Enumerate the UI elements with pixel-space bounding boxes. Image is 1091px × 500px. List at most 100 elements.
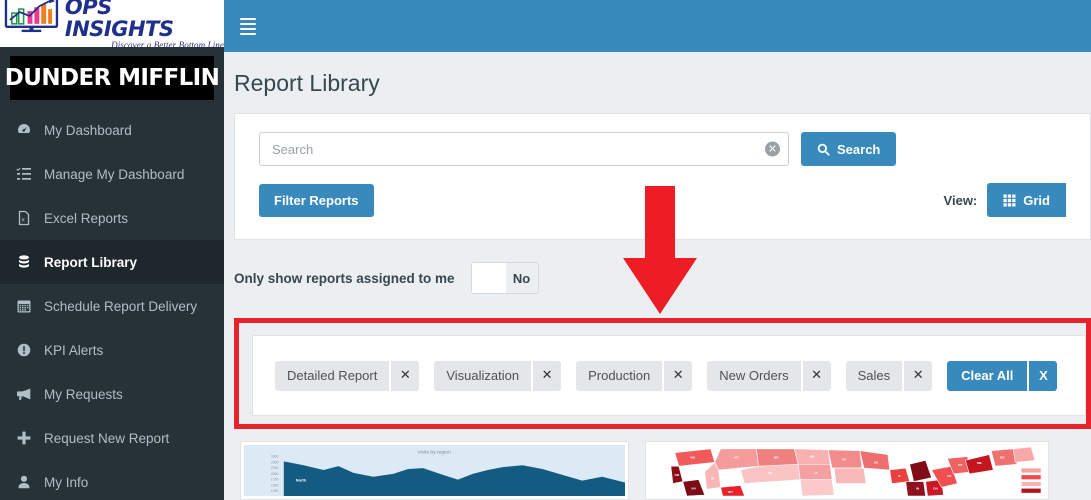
sidebar-item-schedule-report-delivery[interactable]: Schedule Report Delivery — [0, 284, 224, 328]
svg-text:1750: 1750 — [271, 478, 279, 482]
sidebar-item-request-new-report[interactable]: Request New Report — [0, 416, 224, 460]
svg-text:2000: 2000 — [271, 472, 279, 476]
sidebar-item-my-requests[interactable]: My Requests — [0, 372, 224, 416]
sidebar-item-label: Schedule Report Delivery — [44, 298, 198, 314]
svg-text:1250: 1250 — [271, 489, 279, 493]
grid-view-button[interactable]: Grid — [987, 183, 1066, 217]
search-button-label: Search — [837, 141, 881, 157]
grid-icon — [1003, 193, 1016, 207]
svg-text:2250: 2250 — [271, 466, 279, 470]
filter-reports-button[interactable]: Filter Reports — [259, 183, 374, 217]
sidebar-item-label: My Dashboard — [44, 122, 132, 138]
svg-text:OR: OR — [674, 473, 680, 477]
sidebar-item-label: Excel Reports — [44, 210, 129, 226]
list-settings-icon — [16, 166, 40, 182]
svg-text:IL: IL — [898, 474, 901, 478]
view-label: View: — [943, 192, 978, 208]
close-x-icon[interactable]: ✕ — [531, 360, 562, 391]
search-row: ✕ Search — [259, 132, 1066, 166]
sidebar-item-manage-my-dashboard[interactable]: Manage My Dashboard — [0, 152, 224, 196]
exclamation-circle-icon — [16, 342, 40, 358]
filter-tag-label: Detailed Report — [287, 368, 378, 383]
dashboard-gauge-icon — [16, 122, 40, 138]
database-icon — [16, 254, 40, 270]
page-title: Report Library — [234, 70, 380, 96]
svg-text:1500: 1500 — [271, 483, 279, 487]
report-card-area-chart[interactable]: Visits by region 3000 2500 2250 2000 1750 15… — [240, 441, 629, 500]
search-button[interactable]: Search — [801, 132, 897, 166]
report-card-us-map[interactable]: WA OR NV MT ID WY ND SD NE MN IA WI MI IL IN OH PA… — [645, 441, 1049, 500]
sidebar-item-excel-reports[interactable]: x Excel Reports — [0, 196, 224, 240]
filter-tag-label: Visualization — [446, 368, 520, 383]
svg-text:x: x — [21, 216, 25, 223]
search-input[interactable] — [259, 132, 789, 166]
svg-text:ME: ME — [1000, 456, 1005, 460]
filter-tag[interactable]: Detailed Report ✕ — [275, 360, 420, 391]
close-x-icon[interactable]: ✕ — [902, 360, 933, 391]
sidebar-item-label: My Info — [44, 474, 89, 490]
sidebar-item-my-dashboard[interactable]: My Dashboard — [0, 108, 224, 152]
svg-text:OH: OH — [933, 486, 939, 490]
filter-tag-label: Sales — [857, 368, 891, 383]
view-switcher: View: Grid — [944, 183, 1066, 217]
top-bar — [224, 0, 1091, 52]
area-chart-thumbnail: Visits by region 3000 2500 2250 2000 1750 15… — [244, 445, 625, 496]
sidebar-nav: My Dashboard Manage My Dashboard x Excel… — [0, 108, 224, 500]
filter-reports-label: Filter Reports — [274, 192, 359, 208]
active-filters-bar: Detailed Report ✕ Visualization ✕ Produc… — [252, 335, 1086, 416]
svg-text:ND: ND — [774, 456, 779, 460]
app-root: OPS INSIGHTS Discover a Better Bottom Li… — [0, 0, 1091, 500]
grid-view-label: Grid — [1023, 192, 1050, 208]
logo-title: OPS INSIGHTS — [64, 0, 174, 41]
sidebar-item-label: My Requests — [44, 386, 123, 402]
company-brand-banner: DUNDER MIFFLIN — [5, 56, 220, 100]
svg-text:ME: ME — [977, 461, 982, 465]
filter-tag-label: New Orders — [719, 368, 789, 383]
clear-circle-icon[interactable]: ✕ — [765, 141, 780, 157]
filter-tag[interactable]: Sales ✕ — [845, 360, 933, 391]
svg-text:WA: WA — [690, 456, 696, 460]
svg-text:SD: SD — [768, 471, 773, 475]
close-x-icon[interactable]: ✕ — [389, 360, 420, 391]
close-x-icon[interactable]: ✕ — [662, 360, 693, 391]
search-field-wrapper: ✕ — [259, 132, 789, 166]
svg-text:North: North — [296, 478, 307, 483]
svg-text:WI: WI — [842, 457, 846, 461]
company-name: DUNDER MIFFLIN — [4, 65, 220, 91]
us-choropleth-map-thumbnail: WA OR NV MT ID WY ND SD NE MN IA WI MI IL IN OH PA… — [649, 445, 1045, 496]
svg-text:3000: 3000 — [271, 455, 279, 459]
sidebar: OPS INSIGHTS Discover a Better Bottom Li… — [0, 0, 224, 500]
report-thumbnails: Visits by region 3000 2500 2250 2000 1750 15… — [234, 441, 1091, 500]
product-logo[interactable]: OPS INSIGHTS Discover a Better Bottom Li… — [0, 0, 224, 47]
sidebar-item-my-info[interactable]: My Info — [0, 460, 224, 500]
sidebar-item-label: Manage My Dashboard — [44, 166, 185, 182]
filter-tag[interactable]: Production ✕ — [576, 360, 693, 391]
magnifier-icon — [817, 143, 830, 156]
user-icon — [16, 474, 40, 490]
sidebar-item-report-library[interactable]: Report Library — [0, 240, 224, 284]
close-x-icon[interactable]: ✕ — [800, 360, 831, 391]
toggle-knob — [471, 263, 506, 293]
svg-text:NE: NE — [770, 486, 774, 490]
sidebar-item-label: Request New Report — [44, 430, 170, 446]
filter-tag-label: Production — [588, 368, 651, 383]
hamburger-menu-icon[interactable] — [240, 17, 256, 35]
svg-text:MT: MT — [734, 456, 739, 460]
sidebar-item-label: KPI Alerts — [44, 342, 104, 358]
filter-tag[interactable]: Visualization ✕ — [434, 360, 562, 391]
clear-all-x-button[interactable]: X — [1027, 360, 1058, 391]
red-highlight-rectangle: Detailed Report ✕ Visualization ✕ Produc… — [234, 318, 1091, 429]
filter-tag[interactable]: New Orders ✕ — [707, 360, 831, 391]
svg-text:MI: MI — [874, 460, 878, 464]
sidebar-item-kpi-alerts[interactable]: KPI Alerts — [0, 328, 224, 372]
logo-tagline: Discover a Better Bottom Line — [111, 40, 224, 47]
ops-insights-chart-logo-icon — [4, 0, 59, 33]
sidebar-item-label: Report Library — [44, 254, 138, 270]
assigned-to-me-toggle[interactable]: No — [470, 262, 539, 294]
plus-icon — [16, 430, 40, 446]
svg-text:WY: WY — [728, 490, 734, 494]
clear-all-button[interactable]: Clear All — [947, 360, 1028, 391]
calendar-icon — [16, 298, 40, 314]
assigned-to-me-label: Only show reports assigned to me — [234, 270, 455, 286]
svg-text:2500: 2500 — [271, 460, 279, 464]
